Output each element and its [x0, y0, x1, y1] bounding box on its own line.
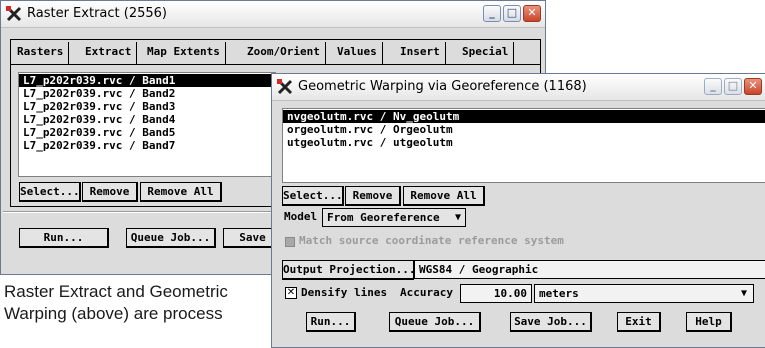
- tab-values[interactable]: Values: [332, 42, 383, 64]
- list-item[interactable]: nvgeolutm.rvc / Nv_geolutm: [283, 110, 765, 123]
- list-item[interactable]: L7_p202r039.rvc / Band4: [19, 113, 275, 126]
- dropdown-arrow-icon: ▼: [454, 212, 461, 223]
- remove-button[interactable]: Remove: [345, 186, 401, 206]
- caption-text: Raster Extract and Geometric Warping (ab…: [4, 282, 228, 323]
- remove-all-button[interactable]: Remove All: [140, 182, 222, 202]
- accuracy-input[interactable]: 10.00: [460, 284, 532, 303]
- close-button[interactable]: ✕: [744, 78, 762, 95]
- model-select[interactable]: From Georeference ▼: [322, 208, 466, 227]
- match-crs-label: Match source coordinate reference system: [299, 234, 564, 247]
- tab-special[interactable]: Special: [457, 42, 515, 64]
- minimize-button[interactable]: _: [483, 5, 501, 22]
- select-button[interactable]: Select...: [19, 182, 81, 202]
- close-button[interactable]: ✕: [523, 5, 541, 22]
- help-button[interactable]: Help: [686, 312, 732, 332]
- tab-zoom-orient[interactable]: Zoom/Orient: [242, 42, 326, 64]
- maximize-button[interactable]: □: [503, 5, 521, 22]
- queue-job-button[interactable]: Queue Job...: [389, 312, 481, 332]
- model-value: From Georeference: [327, 211, 440, 224]
- tab-insert[interactable]: Insert: [395, 42, 446, 64]
- densify-label: Densify lines: [301, 286, 388, 299]
- warping-titlebar[interactable]: Geometric Warping via Georeference (1168…: [272, 74, 765, 101]
- list-item[interactable]: L7_p202r039.rvc / Band2: [19, 87, 275, 100]
- minimize-button[interactable]: _: [704, 78, 722, 95]
- remove-all-button[interactable]: Remove All: [403, 186, 485, 206]
- model-label: Model: [284, 210, 318, 223]
- unit-value: meters: [539, 287, 579, 300]
- tntmips-app-icon: [277, 79, 293, 95]
- remove-button[interactable]: Remove: [82, 182, 138, 202]
- list-item[interactable]: L7_p202r039.rvc / Band5: [19, 126, 275, 139]
- list-item[interactable]: L7_p202r039.rvc / Band1: [19, 74, 275, 87]
- densify-checkbox-check-icon[interactable]: ✕: [285, 287, 297, 299]
- accuracy-value: 10.00: [493, 287, 527, 300]
- list-item[interactable]: L7_p202r039.rvc / Band3: [19, 100, 275, 113]
- tab-header-underline: [10, 64, 541, 65]
- list-item[interactable]: utgeolutm.rvc / utgeolutm: [283, 136, 765, 149]
- geometric-warping-window: Geometric Warping via Georeference (1168…: [271, 73, 765, 348]
- list-item[interactable]: orgeolutm.rvc / Orgeolutm: [283, 123, 765, 136]
- tab-extract[interactable]: Extract: [80, 42, 138, 64]
- window-title: Raster Extract (2556): [27, 6, 167, 21]
- accuracy-label: Accuracy: [400, 286, 453, 299]
- output-projection-button[interactable]: Output Projection...: [282, 260, 415, 280]
- queue-job-button[interactable]: Queue Job...: [126, 228, 216, 248]
- output-projection-value: WGS84 / Geographic: [419, 263, 539, 276]
- window-title: Geometric Warping via Georeference (1168…: [298, 79, 587, 94]
- tab-map-extents[interactable]: Map Extents: [142, 42, 226, 64]
- run-button[interactable]: Run...: [19, 228, 109, 248]
- raster-list[interactable]: nvgeolutm.rvc / Nv_geolutm orgeolutm.rvc…: [282, 108, 765, 183]
- exit-button[interactable]: Exit: [617, 312, 661, 332]
- select-button[interactable]: Select...: [282, 186, 344, 206]
- unit-select[interactable]: meters ▼: [534, 284, 754, 303]
- dropdown-arrow-icon: ▼: [740, 288, 747, 299]
- maximize-button[interactable]: □: [724, 78, 742, 95]
- match-crs-checkbox[interactable]: [285, 237, 295, 247]
- tab-rasters[interactable]: Rasters: [12, 42, 70, 64]
- run-button[interactable]: Run...: [306, 312, 356, 332]
- list-item[interactable]: L7_p202r039.rvc / Band7: [19, 139, 275, 152]
- output-projection-field: WGS84 / Geographic: [414, 260, 765, 279]
- raster-extract-titlebar[interactable]: Raster Extract (2556) _ □ ✕: [1, 1, 545, 28]
- raster-list[interactable]: L7_p202r039.rvc / Band1 L7_p202r039.rvc …: [18, 72, 276, 177]
- save-job-button[interactable]: Save Job...: [510, 312, 592, 332]
- tntmips-app-icon: [6, 6, 22, 22]
